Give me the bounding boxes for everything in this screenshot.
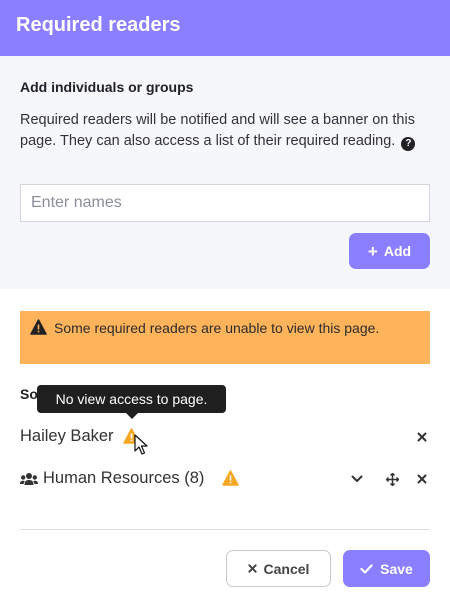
warning-triangle-icon[interactable] [222,470,239,486]
description-text: Required readers will be notified and wi… [20,112,415,149]
group-name: Human Resources (8) [43,469,205,487]
footer-divider [20,529,430,530]
move-handle[interactable] [384,471,400,487]
chevron-down-icon [351,475,363,482]
check-icon [360,563,373,574]
dialog-header: Required readers [0,0,450,56]
remove-reader-button[interactable] [414,429,430,445]
close-icon [247,564,257,573]
names-input[interactable] [20,184,430,222]
readers-list-heading: So [20,386,38,402]
move-arrows-icon [385,472,399,486]
reader-name: Hailey Baker [20,427,114,445]
warning-triangle-icon [30,319,47,335]
warning-banner: Some required readers are unable to view… [20,311,430,364]
close-icon [417,474,427,484]
add-button-label: Add [383,243,412,259]
dialog-title: Required readers [16,14,181,36]
reader-row-human-resources: Human Resources (8) [20,465,430,493]
question-circle-icon[interactable]: ? [401,136,416,151]
reader-row-hailey-baker: Hailey Baker [20,423,430,451]
plus-icon: + [367,241,378,261]
section-title: Add individuals or groups [20,79,194,95]
description: Required readers will be notified and wi… [20,110,430,151]
remove-group-button[interactable] [414,471,430,487]
warning-text: Some required readers are unable to view… [54,320,380,336]
save-button-label: Save [380,560,413,577]
mouse-cursor-icon [134,434,148,455]
users-group-icon [20,473,38,485]
add-button[interactable]: + Add [349,233,430,269]
close-icon [417,432,427,442]
no-access-tooltip: No view access to page. [37,385,226,419]
save-button[interactable]: Save [343,550,430,587]
add-readers-section: Add individuals or groups Required reade… [0,56,450,289]
cancel-button-label: Cancel [263,560,310,577]
expand-group-button[interactable] [349,471,365,487]
cancel-button[interactable]: Cancel [226,550,331,587]
